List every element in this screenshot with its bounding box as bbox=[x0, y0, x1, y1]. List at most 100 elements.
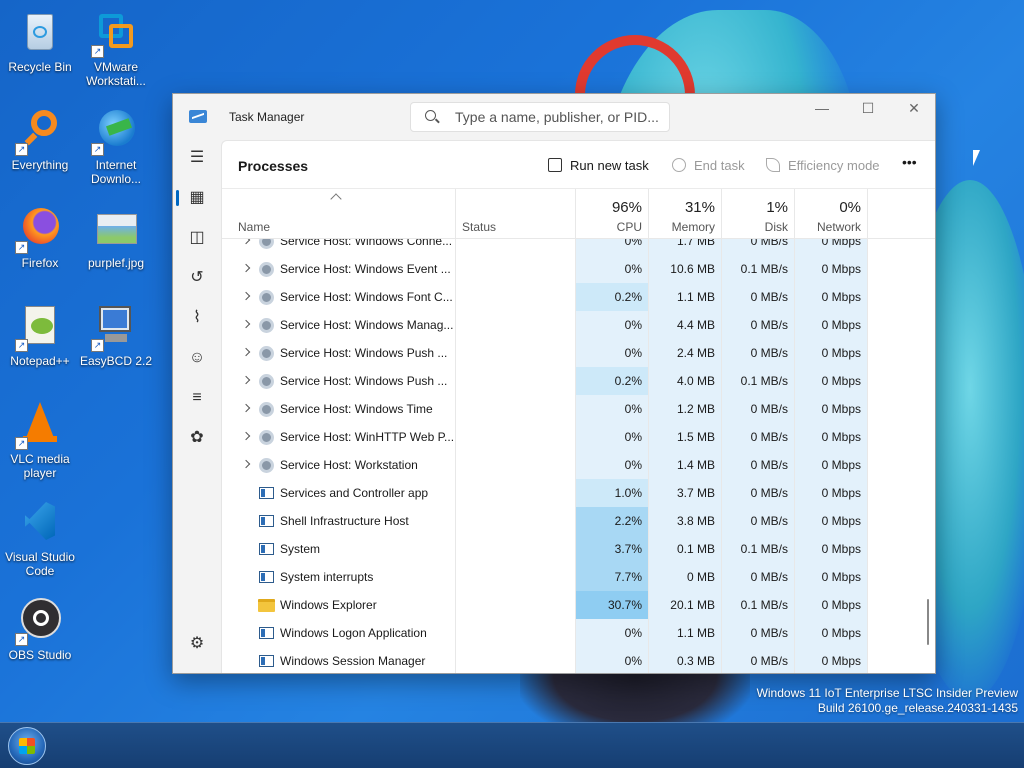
start-button[interactable] bbox=[8, 727, 46, 765]
process-status bbox=[456, 311, 576, 339]
desktop-icon-obs[interactable]: ↗ OBS Studio bbox=[0, 598, 80, 662]
process-cpu: 0% bbox=[576, 619, 649, 647]
table-row[interactable]: Service Host: Windows Event ... 0% 10.6 MB… bbox=[222, 255, 935, 283]
service-gear-icon bbox=[259, 262, 274, 277]
task-manager-window: Task Manager — ☐ ✕ ☰ ▦ ◫ ↺ ⌇ ☺ ≡ ✿ ⚙ Pro… bbox=[172, 93, 936, 674]
shortcut-arrow-icon: ↗ bbox=[15, 143, 28, 156]
process-status bbox=[456, 535, 576, 563]
table-row[interactable]: Service Host: Windows Time 0% 1.2 MB 0 MB/s… bbox=[222, 395, 935, 423]
nav-services-icon[interactable]: ✿ bbox=[177, 420, 217, 456]
table-row[interactable]: Service Host: Windows Push ... 0.2% 4.0 MB… bbox=[222, 367, 935, 395]
process-disk: 0.1 MB/s bbox=[722, 255, 795, 283]
desktop-icon-vscode[interactable]: Visual Studio Code bbox=[0, 500, 80, 578]
service-gear-icon bbox=[259, 318, 274, 333]
process-status bbox=[456, 367, 576, 395]
column-header-network[interactable]: 0% Network bbox=[795, 189, 868, 239]
maximize-button[interactable]: ☐ bbox=[845, 94, 891, 124]
nav-details-icon[interactable]: ≡ bbox=[177, 380, 217, 416]
nav-performance-icon[interactable]: ◫ bbox=[177, 220, 217, 256]
recycle-bin-icon bbox=[17, 10, 63, 56]
table-row[interactable]: System 3.7% 0.1 MB 0.1 MB/s 0 Mbps bbox=[222, 535, 935, 563]
settings-gear-icon[interactable]: ⚙ bbox=[177, 626, 217, 662]
process-name: Service Host: Workstation bbox=[222, 451, 456, 479]
process-memory: 0.1 MB bbox=[649, 535, 722, 563]
desktop-icon-purplef-jpg[interactable]: purplef.jpg bbox=[76, 206, 156, 270]
desktop-icon-firefox[interactable]: ↗ Firefox bbox=[0, 206, 80, 270]
app-window-icon bbox=[259, 487, 274, 499]
obs-icon: ↗ bbox=[15, 598, 63, 646]
process-network: 0 Mbps bbox=[795, 535, 868, 563]
process-network: 0 Mbps bbox=[795, 647, 868, 673]
process-cpu: 7.7% bbox=[576, 563, 649, 591]
vertical-scrollbar[interactable] bbox=[927, 599, 929, 645]
table-row[interactable]: Service Host: WinHTTP Web P... 0% 1.5 MB 0 … bbox=[222, 423, 935, 451]
process-network: 0 Mbps bbox=[795, 311, 868, 339]
table-row[interactable]: Services and Controller app 1.0% 3.7 MB 0 M… bbox=[222, 479, 935, 507]
nav-startup-apps-icon[interactable]: ⌇ bbox=[177, 300, 217, 336]
process-cpu: 30.7% bbox=[576, 591, 649, 619]
process-memory: 10.6 MB bbox=[649, 255, 722, 283]
table-row[interactable]: Service Host: Workstation 0% 1.4 MB 0 MB/s 0… bbox=[222, 451, 935, 479]
nav-processes-icon[interactable]: ▦ bbox=[176, 180, 217, 216]
process-status bbox=[456, 255, 576, 283]
process-status bbox=[456, 283, 576, 311]
process-disk: 0 MB/s bbox=[722, 283, 795, 311]
column-header-memory[interactable]: 31% Memory bbox=[649, 189, 722, 239]
shortcut-arrow-icon: ↗ bbox=[91, 339, 104, 352]
vscode-icon bbox=[17, 500, 63, 546]
process-cpu: 0% bbox=[576, 423, 649, 451]
shortcut-arrow-icon: ↗ bbox=[15, 241, 28, 254]
desktop-icon-notepad-plus-plus[interactable]: ↗ Notepad++ bbox=[0, 304, 80, 368]
more-options-button[interactable]: ••• bbox=[902, 154, 917, 170]
process-status bbox=[456, 451, 576, 479]
process-name: Service Host: Windows Push ... bbox=[222, 367, 456, 395]
sort-ascending-icon bbox=[330, 193, 342, 205]
end-task-button[interactable]: End task bbox=[672, 158, 745, 173]
process-cpu: 0.2% bbox=[576, 367, 649, 395]
run-new-task-button[interactable]: Run new task bbox=[548, 158, 649, 173]
desktop-icon-easybcd[interactable]: ↗ EasyBCD 2.2 bbox=[76, 304, 156, 368]
table-row[interactable]: Windows Explorer 30.7% 20.1 MB 0.1 MB/s 0 Mb… bbox=[222, 591, 935, 619]
process-disk: 0.1 MB/s bbox=[722, 535, 795, 563]
process-status bbox=[456, 591, 576, 619]
close-button[interactable]: ✕ bbox=[891, 94, 935, 124]
hamburger-menu-icon[interactable]: ☰ bbox=[177, 140, 217, 176]
desktop-icon-recycle-bin[interactable]: Recycle Bin bbox=[0, 10, 80, 74]
process-status bbox=[456, 507, 576, 535]
process-memory: 4.4 MB bbox=[649, 311, 722, 339]
table-row[interactable]: Service Host: Windows Font C... 0.2% 1.1 M… bbox=[222, 283, 935, 311]
minimize-button[interactable]: — bbox=[799, 94, 845, 124]
process-cpu: 1.0% bbox=[576, 479, 649, 507]
table-row[interactable]: System interrupts 7.7% 0 MB 0 MB/s 0 Mbps bbox=[222, 563, 935, 591]
column-header-cpu[interactable]: 96% CPU bbox=[576, 189, 649, 239]
desktop-icon-vmware[interactable]: ↗ VMware Workstati... bbox=[76, 10, 156, 88]
column-header-disk[interactable]: 1% Disk bbox=[722, 189, 795, 239]
table-row[interactable]: Shell Infrastructure Host 2.2% 3.8 MB 0 MB/… bbox=[222, 507, 935, 535]
process-network: 0 Mbps bbox=[795, 563, 868, 591]
search-input[interactable] bbox=[455, 108, 660, 126]
process-cpu: 2.2% bbox=[576, 507, 649, 535]
process-disk: 0 MB/s bbox=[722, 395, 795, 423]
table-row[interactable]: Service Host: Windows Manag... 0% 4.4 MB 0 … bbox=[222, 311, 935, 339]
table-row[interactable]: Windows Session Manager 0% 0.3 MB 0 MB/s 0 M… bbox=[222, 647, 935, 673]
desktop-icon-everything[interactable]: ↗ Everything bbox=[0, 108, 80, 172]
search-box[interactable] bbox=[410, 102, 670, 132]
desktop-icon-vlc[interactable]: ↗ VLC media player bbox=[0, 402, 80, 480]
table-row[interactable]: Windows Logon Application 0% 1.1 MB 0 MB/s 0… bbox=[222, 619, 935, 647]
process-network: 0 Mbps bbox=[795, 479, 868, 507]
page-title: Processes bbox=[238, 158, 309, 174]
process-name: Windows Logon Application bbox=[222, 619, 456, 647]
nav-app-history-icon[interactable]: ↺ bbox=[177, 260, 217, 296]
desktop-icon-internet-download-manager[interactable]: ↗ Internet Downlo... bbox=[76, 108, 156, 186]
process-disk: 0 MB/s bbox=[722, 339, 795, 367]
nav-users-icon[interactable]: ☺ bbox=[177, 340, 217, 376]
title-bar[interactable]: Task Manager — ☐ ✕ bbox=[173, 94, 935, 140]
column-header-status[interactable]: Status bbox=[456, 189, 576, 239]
column-header-name[interactable]: Name bbox=[222, 189, 456, 239]
process-memory: 20.1 MB bbox=[649, 591, 722, 619]
process-status bbox=[456, 395, 576, 423]
efficiency-mode-button[interactable]: Efficiency mode bbox=[766, 158, 880, 173]
app-window-icon bbox=[259, 515, 274, 527]
process-memory: 3.7 MB bbox=[649, 479, 722, 507]
table-row[interactable]: Service Host: Windows Push ... 0% 2.4 MB 0 … bbox=[222, 339, 935, 367]
